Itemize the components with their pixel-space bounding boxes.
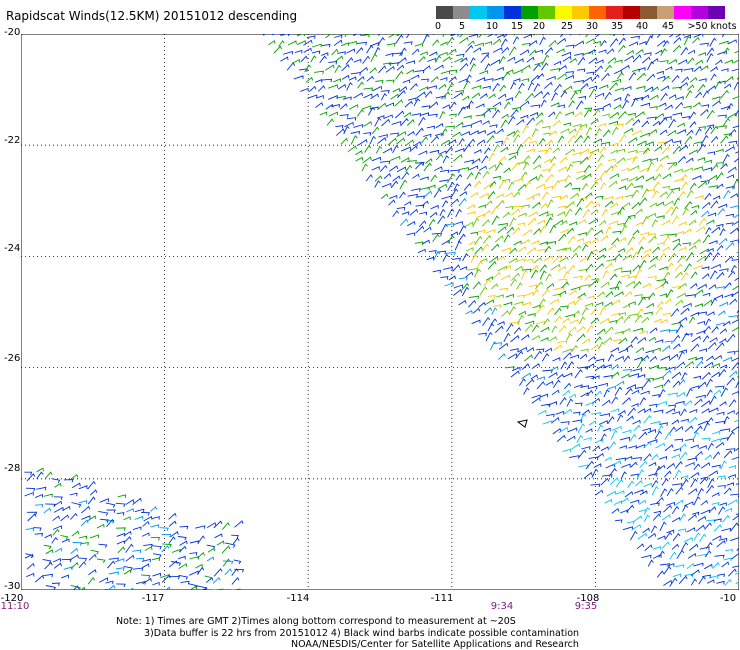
legend-swatch-4 [504,6,521,19]
legend-swatch-8 [572,6,589,19]
time-label-1: 11:10 [0,601,30,612]
legend-swatch-11 [623,6,640,19]
legend-swatch-16 [708,6,725,19]
legend-label-7: 35 [610,21,624,32]
lat-label--20: -20 [4,27,21,38]
lat-label--30: -30 [4,581,21,592]
legend-label-4: 20 [532,21,546,32]
note-line-1: Note: 1) Times are GMT 2)Times along bot… [116,616,516,627]
note-line-3: NOAA/NESDIS/Center for Satellite Applica… [291,639,579,650]
time-label-2: 9:34 [490,601,514,612]
lat-label--22: -22 [4,135,21,146]
legend-swatch-3 [487,6,504,19]
wind-speed-legend: 0 5 10 15 20 25 30 35 40 45 >50 knots [434,6,737,34]
legend-swatch-0 [436,6,453,19]
legend-swatch-2 [470,6,487,19]
legend-swatch-6 [538,6,555,19]
legend-label-8: 40 [635,21,649,32]
legend-swatch-12 [640,6,657,19]
legend-label-0: 0 [434,21,442,32]
legend-label-2: 10 [485,21,499,32]
wind-map [21,34,739,590]
legend-label-5: 25 [560,21,574,32]
legend-swatch-15 [691,6,708,19]
lon-label--105: -10 [719,593,737,604]
note-line-2: 3)Data buffer is 22 hrs from 20151012 4)… [144,628,580,639]
legend-label-10: >50 knots [687,21,737,32]
lat-label--24: -24 [4,243,21,254]
legend-color-bar [436,6,736,19]
legend-label-9: 45 [661,21,675,32]
legend-label-1: 5 [458,21,466,32]
lat-label--26: -26 [4,353,21,364]
legend-swatch-1 [453,6,470,19]
legend-swatch-10 [606,6,623,19]
lon-label--111: -111 [430,593,454,604]
legend-swatch-14 [674,6,691,19]
legend-swatch-7 [555,6,572,19]
lat-label--28: -28 [4,463,21,474]
legend-labels: 0 5 10 15 20 25 30 35 40 45 >50 knots [434,19,737,33]
lon-label--117: -117 [141,593,165,604]
legend-swatch-9 [589,6,606,19]
time-label-3: 9:35 [574,601,598,612]
legend-swatch-5 [521,6,538,19]
map-title: Rapidscat Winds(12.5KM) 20151012 descend… [6,9,298,23]
legend-label-3: 15 [510,21,524,32]
legend-label-6: 30 [585,21,599,32]
legend-swatch-13 [657,6,674,19]
lon-label--114: -114 [286,593,310,604]
